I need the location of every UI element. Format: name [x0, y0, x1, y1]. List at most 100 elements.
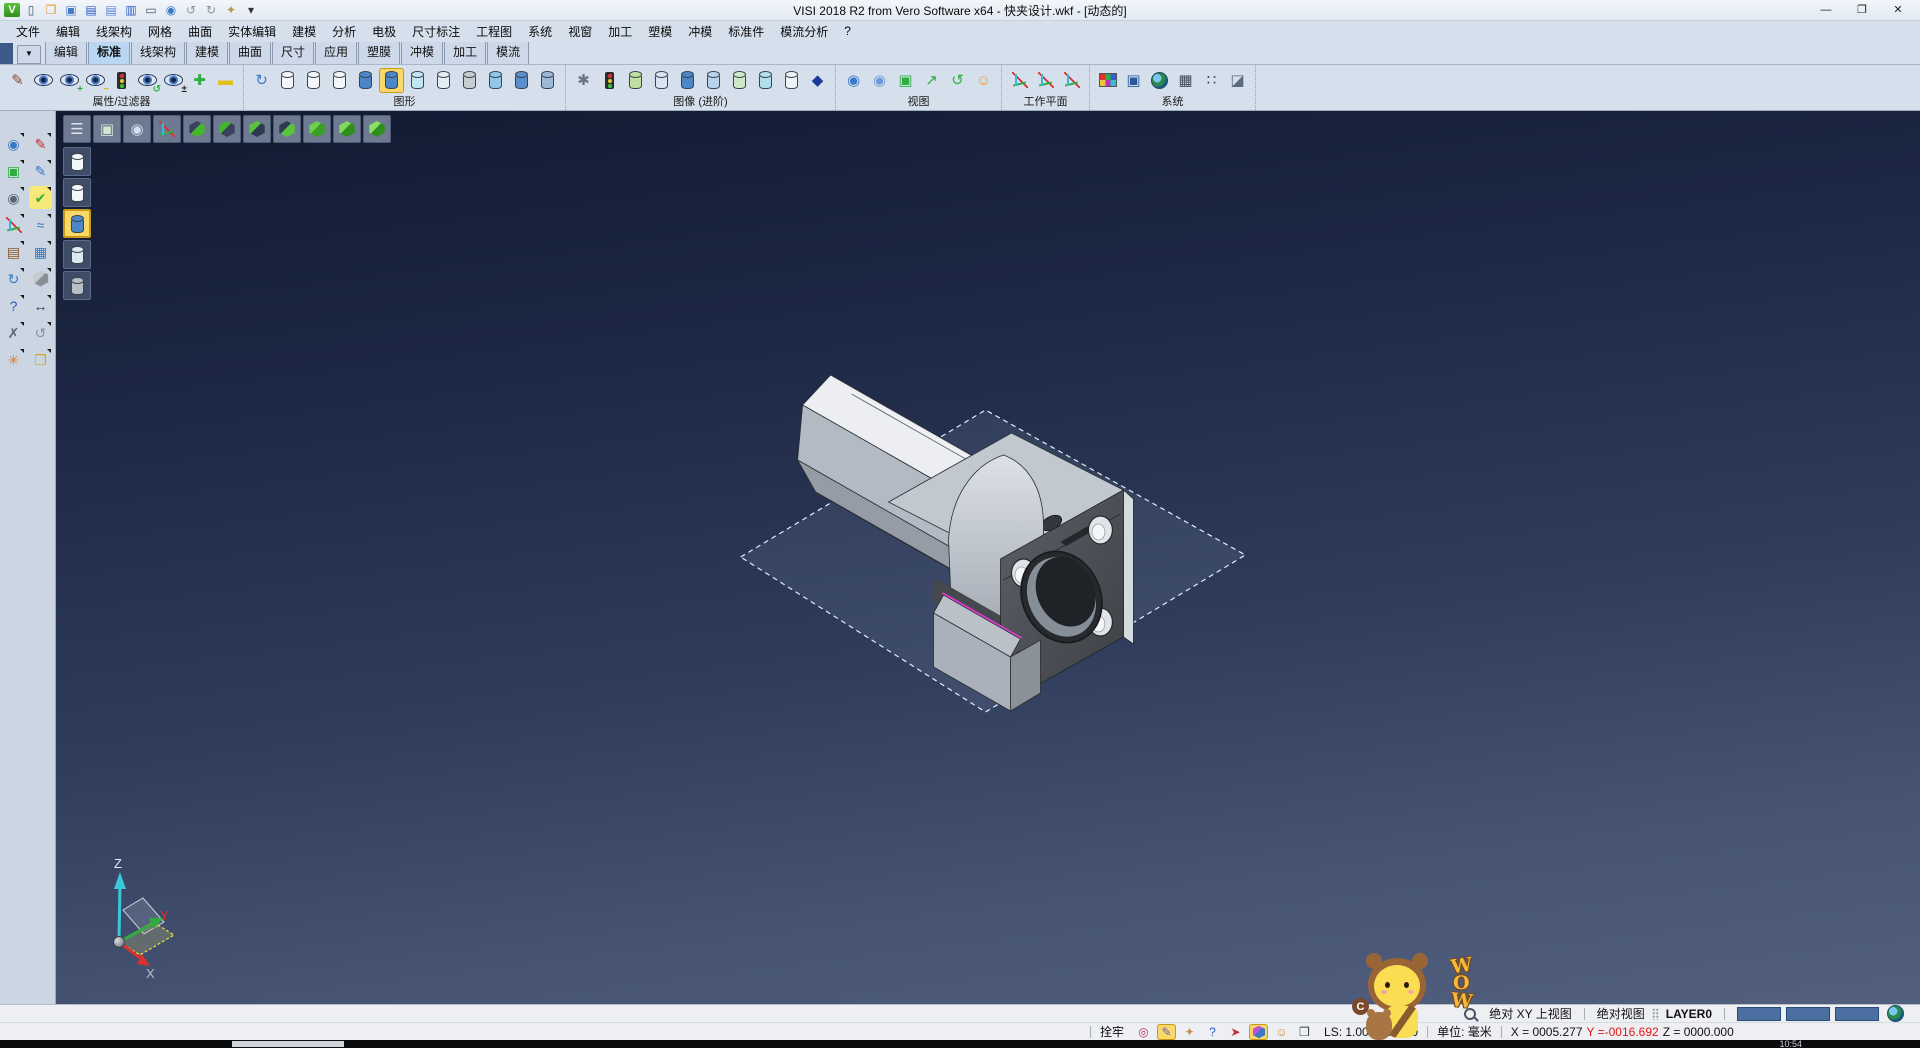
tab-8[interactable]: 冲模 [401, 39, 443, 64]
assistant-icon[interactable]: ☺ [1272, 1024, 1291, 1040]
active-layer-indicator[interactable]: LAYER0 [1666, 1007, 1712, 1021]
monitor-icon[interactable]: ▣ [1121, 68, 1146, 93]
world-icon[interactable] [1886, 1006, 1904, 1022]
measure-distance-icon[interactable]: ↔ [29, 294, 52, 317]
dashed-hidden-cylinder-icon[interactable] [327, 68, 352, 93]
flat-shade-cylinder-icon[interactable] [431, 68, 456, 93]
menu-item-15[interactable]: 冲模 [680, 20, 720, 43]
zoom-extents-icon[interactable]: ▣ [2, 159, 25, 182]
move-axes-icon[interactable] [2, 213, 25, 236]
print-preview-icon[interactable]: ◉ [162, 2, 180, 18]
os-taskbar[interactable]: 10:54 [0, 1040, 1920, 1048]
quick-access-dropdown-icon[interactable]: ▾ [242, 2, 260, 18]
menu-item-14[interactable]: 塑模 [640, 20, 680, 43]
shaded-edges-cylinder-icon[interactable] [379, 68, 404, 93]
view-reference-indicator[interactable]: 绝对视图 [1597, 1005, 1645, 1022]
menu-item-7[interactable]: 分析 [324, 20, 364, 43]
snap-settings-icon[interactable]: ◎ [1134, 1024, 1153, 1040]
hidden-line-mode-icon[interactable] [63, 178, 91, 207]
selection-wand-icon[interactable]: ✎ [1157, 1024, 1176, 1040]
insert-solid-icon[interactable]: ➤ [1226, 1024, 1245, 1040]
wireframe-mode-icon[interactable] [63, 147, 91, 176]
tiles-window-icon[interactable]: ▦ [29, 240, 52, 263]
menu-item-12[interactable]: 视窗 [560, 20, 600, 43]
zoom-window-icon[interactable]: ◉ [867, 68, 892, 93]
view-top-cube-icon[interactable] [333, 115, 361, 143]
refresh-view-icon[interactable]: ↺ [945, 68, 970, 93]
menu-item-8[interactable]: 电极 [364, 20, 404, 43]
lock-label[interactable]: 拴牢 [1100, 1023, 1124, 1040]
zoom-solid-icon[interactable]: ◉ [2, 186, 25, 209]
layer-swatch-0[interactable] [1737, 1007, 1781, 1021]
workplane-align-icon[interactable] [1033, 68, 1058, 93]
visibility-manager-icon[interactable] [109, 68, 134, 93]
show-all-icon[interactable]: ✚ [187, 68, 212, 93]
snap-grid-icon[interactable]: ∷ [1199, 68, 1224, 93]
zoom-previous-icon[interactable]: ◉ [841, 68, 866, 93]
view-front-cube-icon[interactable] [303, 115, 331, 143]
menu-item-17[interactable]: 模流分析 [772, 20, 836, 43]
menu-item-5[interactable]: 实体编辑 [220, 20, 284, 43]
confirm-checkbox-icon[interactable]: ✔ [29, 186, 52, 209]
session-icon[interactable]: ✦ [222, 2, 240, 18]
shaded-mode-icon[interactable] [63, 209, 91, 238]
tab-0[interactable]: 编辑 [45, 39, 87, 64]
blue-cylinder-icon[interactable] [675, 68, 700, 93]
open-part-icon[interactable]: ❒ [29, 348, 52, 371]
globe-icon[interactable] [1147, 68, 1172, 93]
solid-cube-icon[interactable] [29, 267, 52, 290]
wire-blue-cylinder-icon[interactable] [779, 68, 804, 93]
tab-5[interactable]: 尺寸 [272, 39, 314, 64]
tab-9[interactable]: 加工 [444, 39, 486, 64]
refresh-visibility-icon[interactable]: ↺ [135, 68, 160, 93]
advanced-display-icon[interactable]: ✱ [571, 68, 596, 93]
view-iso-cube-icon[interactable] [363, 115, 391, 143]
menu-item-1[interactable]: 编辑 [48, 20, 88, 43]
trash-icon[interactable]: ✗ [2, 321, 25, 344]
zoom-extents-icon[interactable]: ▣ [893, 68, 918, 93]
new-file-icon[interactable]: ▯ [22, 2, 40, 18]
curve-pencil-icon[interactable]: ✎ [29, 159, 52, 182]
save-icon[interactable]: ▤ [82, 2, 100, 18]
check-cylinder-icon[interactable] [727, 68, 752, 93]
tab-4[interactable]: 曲面 [229, 39, 271, 64]
workplane-edit-icon[interactable] [1007, 68, 1032, 93]
cylinder-settings-icon[interactable] [535, 68, 560, 93]
undo-icon[interactable]: ↺ [182, 2, 200, 18]
shaded-cylinder-icon[interactable] [353, 68, 378, 93]
menu-item-3[interactable]: 网格 [140, 20, 180, 43]
layers-palette-icon[interactable]: ▤ [2, 240, 25, 263]
workplane-new-icon[interactable] [1059, 68, 1084, 93]
menu-item-18[interactable]: ? [836, 21, 859, 41]
transparent-cylinder-icon[interactable] [405, 68, 430, 93]
toggle-visibility-icon[interactable]: ± [161, 68, 186, 93]
erase-sketch-icon[interactable]: ✎ [29, 132, 52, 155]
tab-1[interactable]: 标准 [88, 39, 130, 64]
measure-view-icon[interactable]: ↗ [919, 68, 944, 93]
tab-dropdown-button[interactable]: ▼ [17, 45, 41, 64]
shading-smiley-icon[interactable]: ☺ [971, 68, 996, 93]
attributes-report-icon[interactable] [31, 68, 56, 93]
tab-7[interactable]: 塑膜 [358, 39, 400, 64]
maximize-button[interactable]: ❐ [1854, 1, 1870, 19]
menu-item-2[interactable]: 线架构 [88, 20, 140, 43]
zoom-extents-icon[interactable]: ▣ [93, 115, 121, 143]
traffic-cylinder-icon[interactable] [597, 68, 622, 93]
menu-item-6[interactable]: 建模 [284, 20, 324, 43]
recycle-green-cylinder-icon[interactable] [623, 68, 648, 93]
menu-item-9[interactable]: 尺寸标注 [404, 20, 468, 43]
transparent-mode-icon[interactable] [63, 240, 91, 269]
minimize-button[interactable]: — [1818, 1, 1834, 19]
menu-item-0[interactable]: 文件 [8, 20, 48, 43]
cylinder-pair-icon[interactable] [509, 68, 534, 93]
show-entities-icon[interactable]: + [57, 68, 82, 93]
layer-swatch-1[interactable] [1786, 1007, 1830, 1021]
cone-icon[interactable]: ◆ [805, 68, 830, 93]
hatched-mode-icon[interactable] [63, 271, 91, 300]
view-mode-indicator[interactable]: 绝对 XY 上视图 [1489, 1005, 1571, 1022]
window-grid-icon[interactable]: ❒ [1295, 1024, 1314, 1040]
layer-swatch-2[interactable] [1835, 1007, 1879, 1021]
plusminus-cylinder-icon[interactable] [649, 68, 674, 93]
redo-icon[interactable]: ↻ [202, 2, 220, 18]
zoom-preview-icon[interactable]: ◉ [2, 132, 25, 155]
